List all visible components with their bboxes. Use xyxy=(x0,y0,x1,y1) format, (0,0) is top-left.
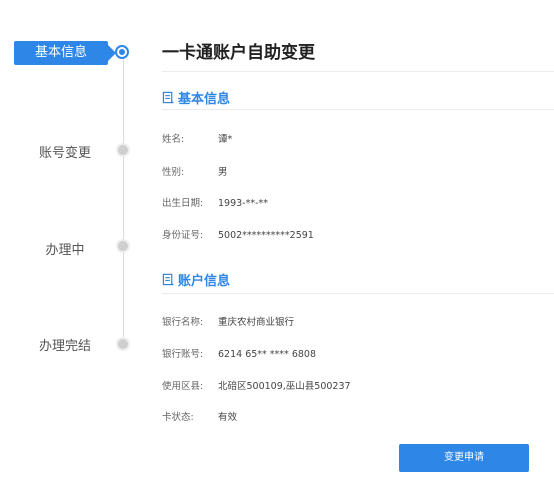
field-label: 姓名: xyxy=(162,134,185,145)
field-value: 1993-**-** xyxy=(218,198,269,209)
section-basic-info: 基本信息 xyxy=(162,88,230,107)
step-basic-info-active: 基本信息 xyxy=(14,41,116,65)
divider xyxy=(162,71,554,72)
step-connector xyxy=(123,59,124,143)
field-row: 银行账号: 6214 65** **** 6808 xyxy=(162,346,316,360)
step-label: 办理中 xyxy=(45,243,85,258)
field-label: 银行名称: xyxy=(162,317,204,328)
field-row: 身份证号: 5002**********2591 xyxy=(162,227,314,241)
field-label: 身份证号: xyxy=(162,230,204,241)
section-account-info: 账户信息 xyxy=(162,270,230,289)
step-rail: 基本信息 账号变更 办理中 办理完结 xyxy=(0,0,150,495)
step-dot xyxy=(116,337,130,351)
field-value: 有效 xyxy=(218,412,238,423)
field-row: 卡状态: 有效 xyxy=(162,409,237,423)
step-label: 办理完结 xyxy=(38,339,91,354)
step-dot xyxy=(116,143,130,157)
divider xyxy=(162,293,554,294)
step-connector xyxy=(123,253,124,337)
field-value: 5002**********2591 xyxy=(218,230,314,241)
field-row: 性别: 男 xyxy=(162,164,228,178)
step-label: 基本信息 xyxy=(34,45,87,60)
step-dot-active xyxy=(115,45,129,59)
field-row: 使用区县: 北碚区500109,巫山县500237 xyxy=(162,378,351,392)
field-value: 6214 65** **** 6808 xyxy=(218,349,317,360)
divider xyxy=(162,109,554,110)
step-dot xyxy=(116,239,130,253)
step-connector xyxy=(123,157,124,239)
field-label: 使用区县: xyxy=(162,381,204,392)
field-label: 出生日期: xyxy=(162,198,204,209)
field-value: 重庆农村商业银行 xyxy=(218,317,295,328)
field-value: 男 xyxy=(218,167,228,178)
field-label: 卡状态: xyxy=(162,412,194,423)
section-title: 账户信息 xyxy=(178,274,231,289)
field-label: 银行账号: xyxy=(162,349,204,360)
form-icon xyxy=(162,91,175,104)
change-request-button[interactable]: 变更申请 xyxy=(399,444,529,472)
section-title: 基本信息 xyxy=(178,92,231,107)
form-icon xyxy=(162,273,175,286)
field-value: 北碚区500109,巫山县500237 xyxy=(218,381,351,392)
field-row: 银行名称: 重庆农村商业银行 xyxy=(162,314,294,328)
field-row: 出生日期: 1993-**-** xyxy=(162,195,268,209)
field-value: 谭* xyxy=(218,134,233,145)
step-label: 账号变更 xyxy=(38,146,91,161)
page-title: 一卡通账户自助变更 xyxy=(162,43,315,63)
field-label: 性别: xyxy=(162,167,185,178)
field-row: 姓名: 谭* xyxy=(162,131,232,145)
